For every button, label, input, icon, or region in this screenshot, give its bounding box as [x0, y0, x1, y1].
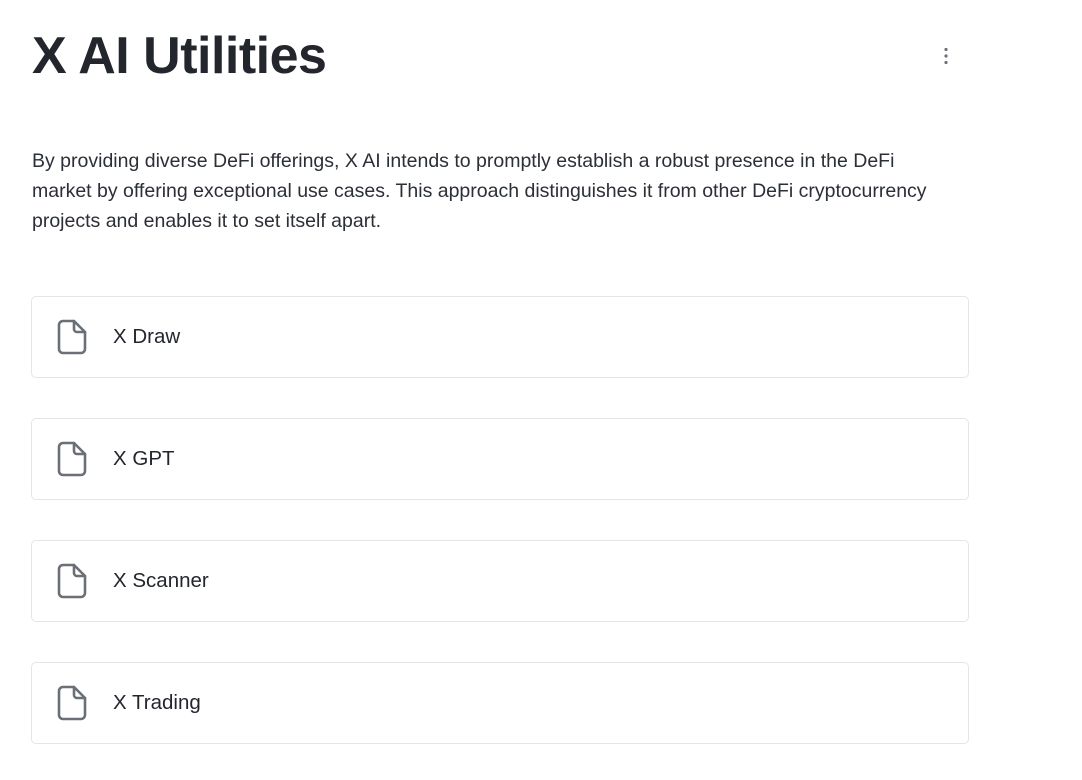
card-label: X GPT — [113, 447, 175, 470]
utility-card-list: X Draw X GPT X Scanner X Trading — [31, 296, 969, 744]
document-icon — [54, 683, 90, 723]
more-vertical-icon — [944, 47, 948, 65]
card-label: X Draw — [113, 325, 181, 348]
card-x-gpt[interactable]: X GPT — [31, 418, 969, 500]
more-options-button[interactable] — [932, 42, 960, 70]
page-description: By providing diverse DeFi offerings, X A… — [32, 150, 927, 232]
card-label: X Scanner — [113, 569, 209, 592]
card-x-scanner[interactable]: X Scanner — [31, 540, 969, 622]
document-icon — [54, 561, 90, 601]
card-x-draw[interactable]: X Draw — [31, 296, 969, 378]
card-label: X Trading — [113, 691, 201, 714]
page-title: X AI Utilities — [32, 27, 327, 85]
document-icon — [54, 439, 90, 479]
card-x-trading[interactable]: X Trading — [31, 662, 969, 744]
document-icon — [54, 317, 90, 357]
